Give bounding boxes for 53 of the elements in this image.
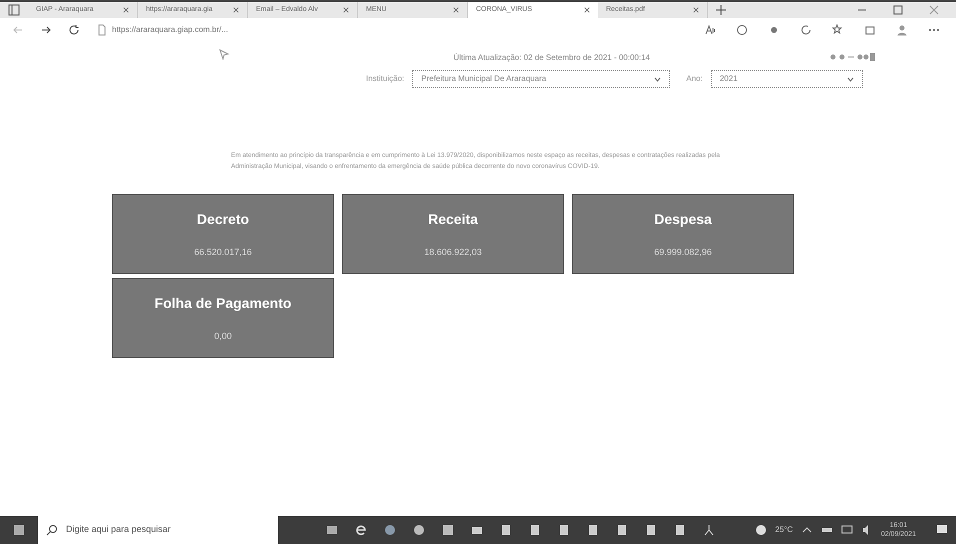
- temperature-text: 25°C: [775, 524, 793, 536]
- summary-card[interactable]: Folha de Pagamento 0,00: [112, 278, 334, 358]
- year-label: Ano:: [686, 73, 703, 85]
- app-icon[interactable]: [442, 524, 454, 536]
- cursor-icon: [218, 48, 230, 60]
- institution-select[interactable]: Prefeitura Municipal De Araraquara: [412, 70, 670, 88]
- maximize-icon[interactable]: [892, 4, 904, 16]
- document-icon[interactable]: [674, 524, 686, 536]
- read-aloud-icon[interactable]: [704, 24, 716, 36]
- close-tab-icon[interactable]: [233, 7, 239, 13]
- taskbar-search-field[interactable]: Digite aqui para pesquisar: [38, 516, 278, 544]
- card-title: Folha de Pagamento: [154, 294, 292, 313]
- summary-card[interactable]: Decreto 66.520.017,16: [112, 194, 334, 274]
- institution-label: Instituição:: [366, 73, 404, 85]
- card-value: 66.520.017,16: [194, 246, 252, 259]
- chevron-down-icon: [846, 76, 854, 82]
- year-select[interactable]: 2021: [710, 70, 863, 88]
- document-icon[interactable]: [529, 524, 541, 536]
- app-icon[interactable]: [384, 524, 396, 536]
- new-tab-icon[interactable]: [716, 5, 726, 15]
- card-title: Decreto: [196, 210, 250, 229]
- browser-icon[interactable]: [355, 524, 367, 536]
- document-icon[interactable]: [616, 524, 628, 536]
- profile-icon[interactable]: [896, 24, 908, 36]
- document-icon[interactable]: [587, 524, 599, 536]
- close-tab-icon[interactable]: [693, 7, 699, 13]
- app-icon[interactable]: [413, 524, 425, 536]
- circle-icon[interactable]: [736, 24, 748, 36]
- card-title: Receita: [428, 210, 478, 229]
- document-icon[interactable]: [645, 524, 657, 536]
- last-updated-text: Última Atualização: 02 de Setembro de 2021 - 00:00:14: [453, 52, 650, 64]
- close-tab-icon[interactable]: [343, 7, 349, 13]
- card-value: 0,00: [214, 330, 232, 343]
- refresh-icon[interactable]: [68, 24, 80, 36]
- forward-icon[interactable]: [40, 24, 52, 36]
- chevron-down-icon: [654, 76, 662, 82]
- start-icon[interactable]: [14, 525, 24, 535]
- favorites-icon[interactable]: [832, 24, 844, 36]
- card-value: 18.606.922,03: [424, 246, 482, 259]
- card-value: 69.999.082,96: [654, 246, 712, 259]
- close-tab-icon[interactable]: [584, 7, 590, 13]
- tab-actions-icon[interactable]: [8, 4, 20, 16]
- page-icon: [96, 24, 108, 36]
- close-tab-icon[interactable]: [123, 7, 129, 13]
- close-tab-icon[interactable]: [453, 7, 459, 13]
- summary-card[interactable]: Receita 18.606.922,03: [342, 194, 564, 274]
- accessibility-icons[interactable]: [830, 52, 876, 62]
- document-icon[interactable]: [500, 524, 512, 536]
- document-icon[interactable]: [558, 524, 570, 536]
- address-bar[interactable]: https://araraquara.giap.com.br/...: [112, 24, 228, 36]
- search-icon: [46, 524, 58, 536]
- card-title: Despesa: [654, 210, 712, 229]
- summary-card[interactable]: Despesa 69.999.082,96: [572, 194, 794, 274]
